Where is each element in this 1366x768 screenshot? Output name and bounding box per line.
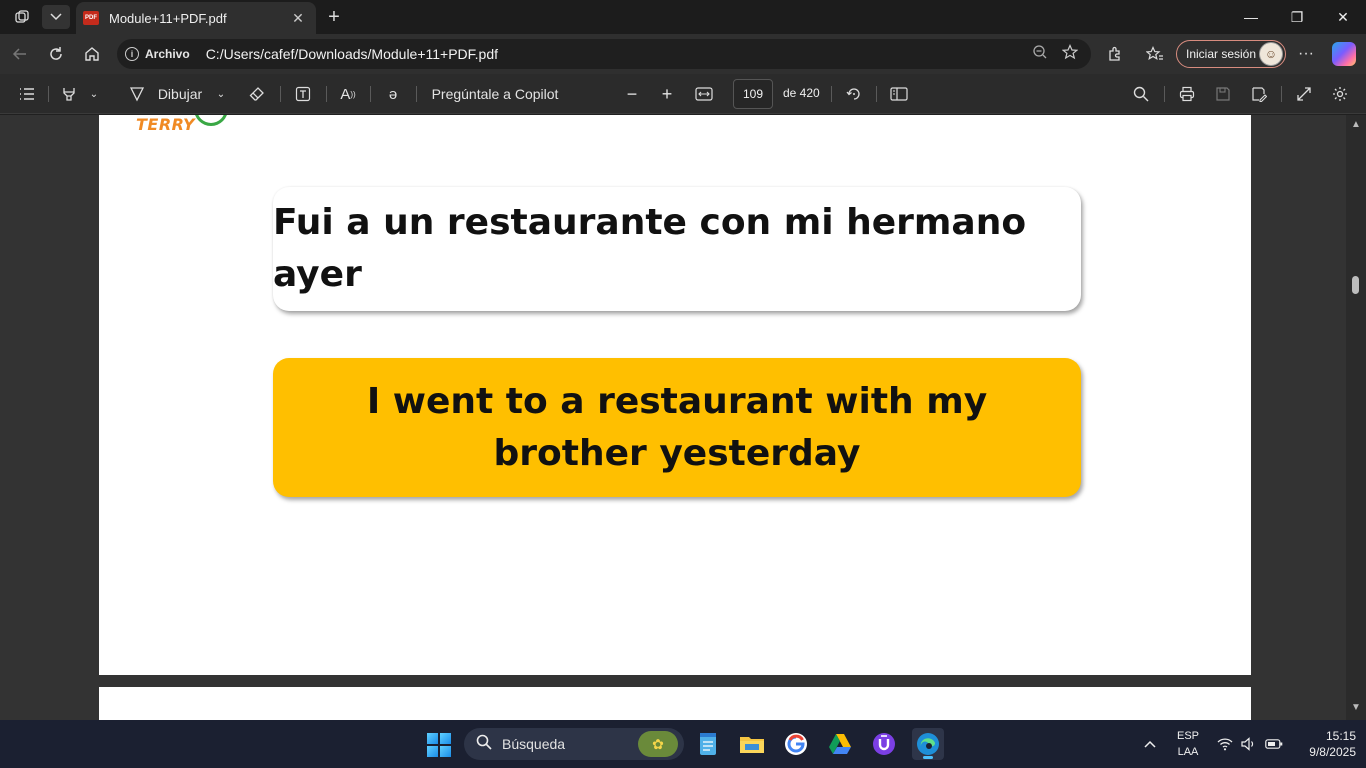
- draw-options-chevron-icon[interactable]: ⌄: [213, 82, 229, 106]
- search-placeholder: Búsqueda: [502, 736, 566, 752]
- avatar: ☺: [1259, 42, 1283, 66]
- show-hidden-icons-chevron-icon[interactable]: [1140, 720, 1160, 768]
- more-menu-icon[interactable]: ···: [1292, 40, 1320, 68]
- add-text-icon[interactable]: [292, 82, 314, 106]
- read-aloud-icon[interactable]: A)): [337, 82, 359, 106]
- scrollbar-thumb[interactable]: [1352, 276, 1359, 294]
- separator: [1164, 86, 1165, 102]
- separator: [1281, 86, 1282, 102]
- pdf-page: TERRY Fui a un restaurante con mi herman…: [99, 115, 1251, 675]
- volume-icon[interactable]: [1240, 720, 1258, 768]
- highlight-options-chevron-icon[interactable]: ⌄: [86, 82, 102, 106]
- language-code: ESP: [1176, 730, 1199, 742]
- rotate-icon[interactable]: [843, 82, 865, 106]
- zoom-out-button[interactable]: −: [621, 82, 643, 106]
- settings-gear-icon[interactable]: [1329, 82, 1351, 106]
- favorites-icon[interactable]: [1141, 40, 1169, 68]
- taskbar-search[interactable]: Búsqueda ✿: [464, 728, 684, 760]
- fit-width-icon[interactable]: [693, 82, 715, 106]
- copilot-icon[interactable]: [1332, 42, 1356, 66]
- separator: [326, 86, 327, 102]
- tab-actions-chevron-icon[interactable]: [42, 5, 70, 29]
- google-chrome-icon[interactable]: [780, 728, 812, 760]
- title-bar: PDF Module+11+PDF.pdf ✕ + — ❐ ✕: [0, 0, 1366, 34]
- english-phrase: I went to a restaurant with my brother y…: [366, 380, 988, 474]
- clock-time: 15:15: [1325, 729, 1356, 743]
- layout-code: LAA: [1177, 746, 1199, 758]
- taskbar: Búsqueda ✿ ESP LAA 15:15 9/8/2025: [0, 720, 1366, 768]
- eraser-icon[interactable]: [246, 82, 268, 106]
- save-as-icon[interactable]: [1248, 82, 1270, 106]
- new-tab-button[interactable]: +: [322, 5, 346, 29]
- maximize-button[interactable]: ❐: [1274, 0, 1320, 34]
- draw-pen-icon[interactable]: [126, 82, 148, 106]
- zoom-in-button[interactable]: +: [656, 82, 678, 106]
- contents-list-icon[interactable]: [16, 82, 38, 106]
- draw-button[interactable]: Dibujar: [152, 82, 208, 106]
- favorite-star-icon[interactable]: [1055, 44, 1085, 64]
- scheme-label: Archivo: [145, 47, 190, 61]
- vertical-scrollbar[interactable]: ▲ ▼: [1346, 115, 1366, 720]
- system-clock[interactable]: 15:15 9/8/2025: [1294, 728, 1356, 760]
- tab-title: Module+11+PDF.pdf: [109, 10, 227, 26]
- address-bar[interactable]: i Archivo C:/Users/cafef/Downloads/Modul…: [117, 39, 1091, 69]
- separator: [416, 86, 417, 102]
- logo-text: TERRY: [136, 115, 196, 134]
- pdf-toolbar: ⌄ Dibujar ⌄ A)) ə Pregúntale a Copilot −…: [0, 74, 1366, 114]
- search-icon[interactable]: [1130, 82, 1152, 106]
- home-icon[interactable]: [78, 40, 106, 68]
- file-explorer-icon[interactable]: [736, 728, 768, 760]
- sign-in-button[interactable]: Iniciar sesión ☺: [1176, 40, 1286, 68]
- wifi-icon[interactable]: [1216, 720, 1234, 768]
- english-phrase-card: I went to a restaurant with my brother y…: [273, 358, 1081, 497]
- spanish-phrase-card: Fui a un restaurante con mi hermano ayer: [273, 187, 1081, 311]
- separator: [280, 86, 281, 102]
- pdf-viewer[interactable]: TERRY Fui a un restaurante con mi herman…: [0, 115, 1366, 727]
- logo-circle: [194, 115, 228, 126]
- tab-pdf[interactable]: PDF Module+11+PDF.pdf ✕: [76, 2, 316, 34]
- separator: [876, 86, 877, 102]
- translate-icon[interactable]: ə: [381, 82, 405, 106]
- sign-in-label: Iniciar sesión: [1186, 47, 1257, 61]
- extensions-icon[interactable]: [1101, 40, 1129, 68]
- url-text[interactable]: C:/Users/cafef/Downloads/Module+11+PDF.p…: [206, 46, 1025, 62]
- print-icon[interactable]: [1176, 82, 1198, 106]
- back-arrow-icon[interactable]: [6, 40, 34, 68]
- close-window-button[interactable]: ✕: [1320, 0, 1366, 34]
- separator: [48, 86, 49, 102]
- site-info-icon[interactable]: i: [125, 47, 139, 61]
- zoom-out-icon[interactable]: [1025, 44, 1055, 64]
- scroll-up-arrow-icon[interactable]: ▲: [1350, 119, 1362, 131]
- address-row: i Archivo C:/Users/cafef/Downloads/Modul…: [0, 34, 1366, 74]
- microsoft-edge-icon[interactable]: [912, 728, 944, 760]
- separator: [831, 86, 832, 102]
- page-count: de 420: [783, 86, 820, 100]
- notepad-app-icon[interactable]: [692, 728, 724, 760]
- close-tab-icon[interactable]: ✕: [288, 10, 308, 27]
- highlight-icon[interactable]: [58, 82, 80, 106]
- clock-date: 9/8/2025: [1309, 745, 1356, 759]
- battery-icon[interactable]: [1264, 720, 1284, 768]
- save-icon[interactable]: [1212, 82, 1234, 106]
- refresh-icon[interactable]: [42, 40, 70, 68]
- spanish-phrase: Fui a un restaurante con mi hermano ayer: [273, 202, 1027, 295]
- purple-app-icon[interactable]: [868, 728, 900, 760]
- search-highlight-icon[interactable]: ✿: [638, 731, 678, 757]
- page-view-icon[interactable]: [888, 82, 910, 106]
- pdf-file-icon: PDF: [83, 11, 99, 25]
- separator: [370, 86, 371, 102]
- page-number-input[interactable]: 109: [733, 79, 773, 109]
- workspaces-icon[interactable]: [8, 5, 36, 29]
- ask-copilot-button[interactable]: Pregúntale a Copilot: [428, 82, 562, 106]
- windows-start-icon[interactable]: [427, 733, 451, 757]
- fullscreen-icon[interactable]: [1293, 82, 1315, 106]
- search-icon: [476, 734, 492, 754]
- google-drive-icon[interactable]: [824, 728, 856, 760]
- scroll-down-arrow-icon[interactable]: ▼: [1350, 702, 1362, 714]
- minimize-button[interactable]: —: [1228, 0, 1274, 34]
- input-language-indicator[interactable]: ESP LAA: [1172, 728, 1204, 760]
